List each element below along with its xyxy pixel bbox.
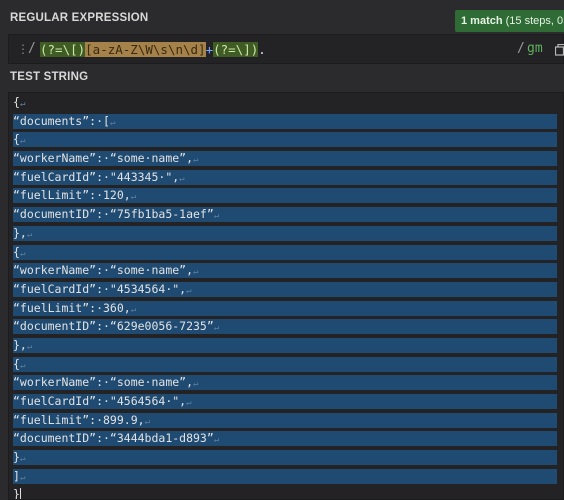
matched-line: “fuelLimit”:·899.9,↵ xyxy=(13,412,557,428)
newline-icon: ↵ xyxy=(19,472,26,483)
regex-token-look: (?=\]) xyxy=(213,42,259,57)
line-text: “documentID”:·“629e0056-7235” xyxy=(13,319,214,334)
line-text: “documents”:·[ xyxy=(13,113,110,128)
text-line: } xyxy=(13,487,557,500)
matched-line: “documentID”:·“3444bda1-d893”↵ xyxy=(13,431,557,447)
matched-line: “fuelCardId”:·"4534564·",↵ xyxy=(13,281,557,297)
text-line: {↵ xyxy=(13,95,557,110)
matched-line: “documentID”:·“629e0056-7235”↵ xyxy=(13,319,557,335)
newline-icon: ↵ xyxy=(130,304,137,315)
text-cursor xyxy=(19,488,21,499)
newline-icon: ↵ xyxy=(130,192,137,203)
newline-icon: ↵ xyxy=(193,267,199,278)
matched-line: “fuelLimit”:·120,↵ xyxy=(13,188,557,204)
matched-line: }↵ xyxy=(13,450,557,466)
newline-icon: ↵ xyxy=(26,341,33,352)
line-text: }, xyxy=(13,337,27,352)
test-string-editor[interactable]: {↵ “documents”:·[↵ {↵ “workerName”:·“some·n… xyxy=(8,92,564,500)
newline-icon: ↵ xyxy=(19,136,26,147)
line-text: } xyxy=(13,487,20,500)
test-string-section-title: TEST STRING xyxy=(10,71,89,83)
match-info-badge[interactable]: 1 match (15 steps, 0.1ms xyxy=(455,10,564,32)
line-text: “fuelLimit”:·899.9, xyxy=(13,412,145,427)
line-text: “fuelLimit”:·120, xyxy=(13,188,131,203)
matched-line: “workerName”:·“some·name”,↵ xyxy=(13,375,557,391)
line-text: }, xyxy=(13,225,27,240)
line-text: “fuelCardId”:·"443345·", xyxy=(13,169,180,184)
line-text: “fuelLimit”:·360, xyxy=(13,300,131,315)
regex-token-class: [a-zA-Z\W\s\n\d] xyxy=(85,42,206,57)
line-text: { xyxy=(13,95,20,109)
regex-token-plain: . xyxy=(258,42,266,57)
newline-icon: ↵ xyxy=(19,248,26,259)
newline-icon: ↵ xyxy=(109,117,116,128)
line-text: “workerName”:·“some·name”, xyxy=(13,151,194,166)
matched-line: “fuelCardId”:·"4564564·",↵ xyxy=(13,394,557,409)
matched-line: “fuelCardId”:·"443345·",↵ xyxy=(13,169,557,185)
matched-line: {↵ xyxy=(13,356,557,372)
newline-icon: ↵ xyxy=(19,360,26,371)
matched-line: },↵ xyxy=(13,337,557,353)
newline-icon: ↵ xyxy=(186,285,192,296)
line-text: { xyxy=(13,132,20,147)
match-count: 1 match xyxy=(461,15,503,27)
line-text: “workerName”:·“some·name”, xyxy=(13,263,194,278)
newline-icon: ↵ xyxy=(213,435,220,446)
matched-line: “workerName”:·“some·name”,↵ xyxy=(13,263,557,279)
newline-icon: ↵ xyxy=(179,173,185,184)
newline-icon: ↵ xyxy=(144,416,150,427)
line-text: ] xyxy=(13,468,20,483)
line-text: “documentID”:·“3444bda1-d893” xyxy=(13,431,214,446)
line-text: “fuelCardId”:·"4564564·", xyxy=(13,394,187,408)
matched-line: ]↵ xyxy=(13,468,557,484)
newline-icon: ↵ xyxy=(213,323,220,334)
matched-line: “workerName”:·“some·name”,↵ xyxy=(13,151,557,167)
line-text: { xyxy=(13,244,20,259)
match-detail: (15 steps, 0.1ms xyxy=(505,15,564,27)
newline-icon: ↵ xyxy=(19,99,26,109)
copy-icon[interactable] xyxy=(554,43,564,56)
newline-icon: ↵ xyxy=(186,398,192,408)
regex-input-bar: ⋮ / (?=\[)[a-zA-Z\W\s\n\d]+(?=\]). / gm xyxy=(8,34,564,64)
regex-pattern-input[interactable]: (?=\[)[a-zA-Z\W\s\n\d]+(?=\]). xyxy=(40,40,266,60)
regex-delimiter-open: / xyxy=(28,41,36,56)
line-text: “documentID”:·“75fb1ba5-1aef” xyxy=(13,207,214,222)
regex-delimiter-close: / xyxy=(517,41,525,56)
matched-line: },↵ xyxy=(13,225,557,241)
regex-token-look: (?=\[) xyxy=(40,42,86,57)
newline-icon: ↵ xyxy=(213,211,220,222)
matched-line: “documentID”:·“75fb1ba5-1aef”↵ xyxy=(13,207,557,223)
line-text: “fuelCardId”:·"4534564·", xyxy=(13,281,187,296)
matched-line: “fuelLimit”:·360,↵ xyxy=(13,300,557,316)
line-text: “workerName”:·“some·name”, xyxy=(13,375,194,390)
matched-line: {↵ xyxy=(13,132,557,148)
matched-line: {↵ xyxy=(13,244,557,260)
regex-flags[interactable]: gm xyxy=(527,41,543,56)
newline-icon: ↵ xyxy=(193,155,199,166)
matched-line: “documents”:·[↵ xyxy=(13,113,557,129)
newline-icon: ↵ xyxy=(26,229,33,240)
line-text: { xyxy=(13,356,20,371)
regex-token-quant: + xyxy=(205,42,214,57)
newline-icon: ↵ xyxy=(19,454,26,465)
newline-icon: ↵ xyxy=(193,379,199,390)
line-text: } xyxy=(13,450,20,465)
regex-section-title: REGULAR EXPRESSION xyxy=(10,12,149,24)
